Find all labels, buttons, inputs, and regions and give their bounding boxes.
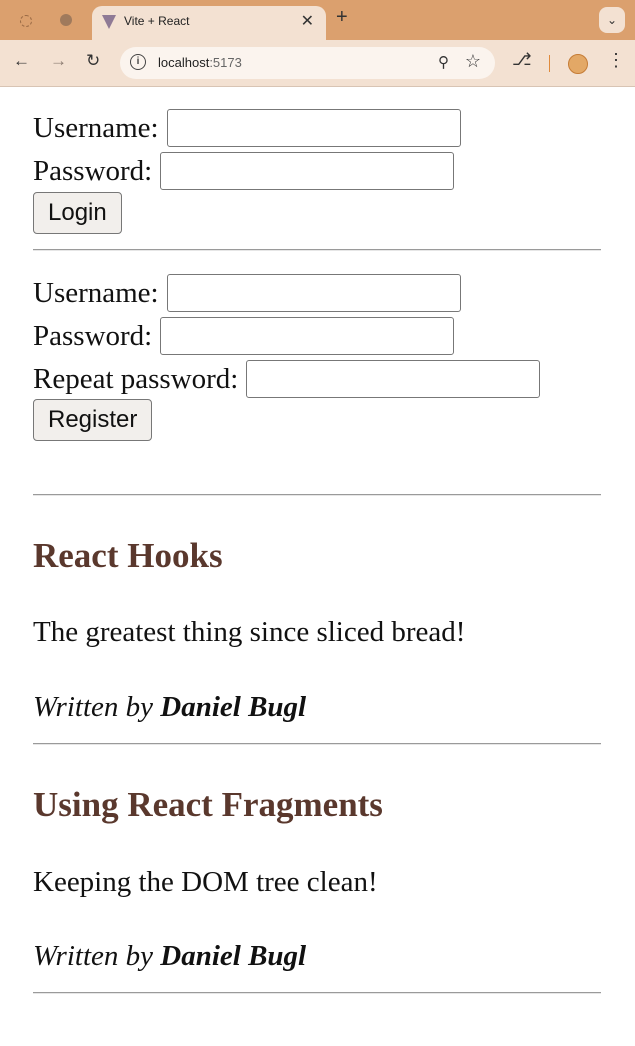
- register-repeat-label: Repeat password:: [33, 363, 239, 396]
- tab-active[interactable]: Vite + React ✕: [92, 6, 326, 40]
- address-bar[interactable]: i localhost:5173 ⚲ ☆: [120, 47, 495, 79]
- back-icon[interactable]: ←: [13, 51, 30, 71]
- tab-search-button[interactable]: ⌄: [599, 7, 625, 33]
- post-author: Written by Daniel Bugl: [33, 940, 307, 972]
- login-password-input[interactable]: [160, 152, 455, 191]
- register-repeat-row: Repeat password:: [33, 357, 541, 399]
- login-username-row: Username:: [33, 106, 461, 148]
- zoom-icon[interactable]: ⚲: [438, 53, 449, 71]
- new-tab-button[interactable]: +: [336, 6, 348, 29]
- divider: [33, 743, 601, 745]
- loading-icon[interactable]: [20, 15, 32, 27]
- profile-avatar[interactable]: [568, 54, 588, 74]
- register-password-label: Password:: [33, 320, 153, 353]
- divider: [33, 992, 601, 994]
- login-password-label: Password:: [33, 155, 153, 188]
- divider: [33, 249, 601, 251]
- divider: [33, 494, 601, 496]
- menu-icon[interactable]: ⋮: [607, 50, 625, 71]
- post-content: The greatest thing since sliced bread!: [33, 616, 466, 648]
- post-title: Using React Fragments: [33, 785, 383, 824]
- browser-tab-strip: Vite + React ✕ + ⌄: [0, 0, 635, 40]
- register-username-input[interactable]: [166, 274, 461, 313]
- star-icon[interactable]: ☆: [465, 51, 481, 72]
- author-name: Daniel Bugl: [160, 940, 307, 972]
- register-username-label: Username:: [33, 277, 159, 310]
- register-password-input[interactable]: [160, 317, 455, 356]
- vite-favicon-icon: [102, 15, 116, 29]
- tab-title: Vite + React: [124, 14, 190, 28]
- author-name: Daniel Bugl: [160, 691, 307, 723]
- extensions-icon[interactable]: ⎇: [512, 50, 532, 70]
- post-author: Written by Daniel Bugl: [33, 691, 307, 723]
- forward-icon[interactable]: →: [50, 51, 67, 71]
- close-tab-icon[interactable]: ✕: [301, 11, 314, 31]
- url-text[interactable]: localhost:5173: [158, 55, 242, 70]
- reload-icon[interactable]: ↻: [86, 51, 100, 71]
- login-password-row: Password:: [33, 149, 455, 191]
- tab-favicon-icon[interactable]: [60, 14, 72, 26]
- register-repeat-input[interactable]: [246, 360, 541, 399]
- toolbar-divider: [549, 55, 550, 72]
- login-username-input[interactable]: [166, 109, 461, 148]
- post-title: React Hooks: [33, 536, 223, 575]
- register-button[interactable]: Register: [33, 399, 153, 441]
- register-password-row: Password:: [33, 314, 455, 356]
- site-info-icon[interactable]: i: [130, 54, 146, 70]
- login-button[interactable]: Login: [33, 192, 122, 234]
- post-content: Keeping the DOM tree clean!: [33, 866, 378, 898]
- login-username-label: Username:: [33, 112, 159, 145]
- browser-toolbar: ← → ↻ i localhost:5173 ⚲ ☆ ⎇ ⋮: [0, 40, 635, 87]
- register-username-row: Username:: [33, 271, 461, 313]
